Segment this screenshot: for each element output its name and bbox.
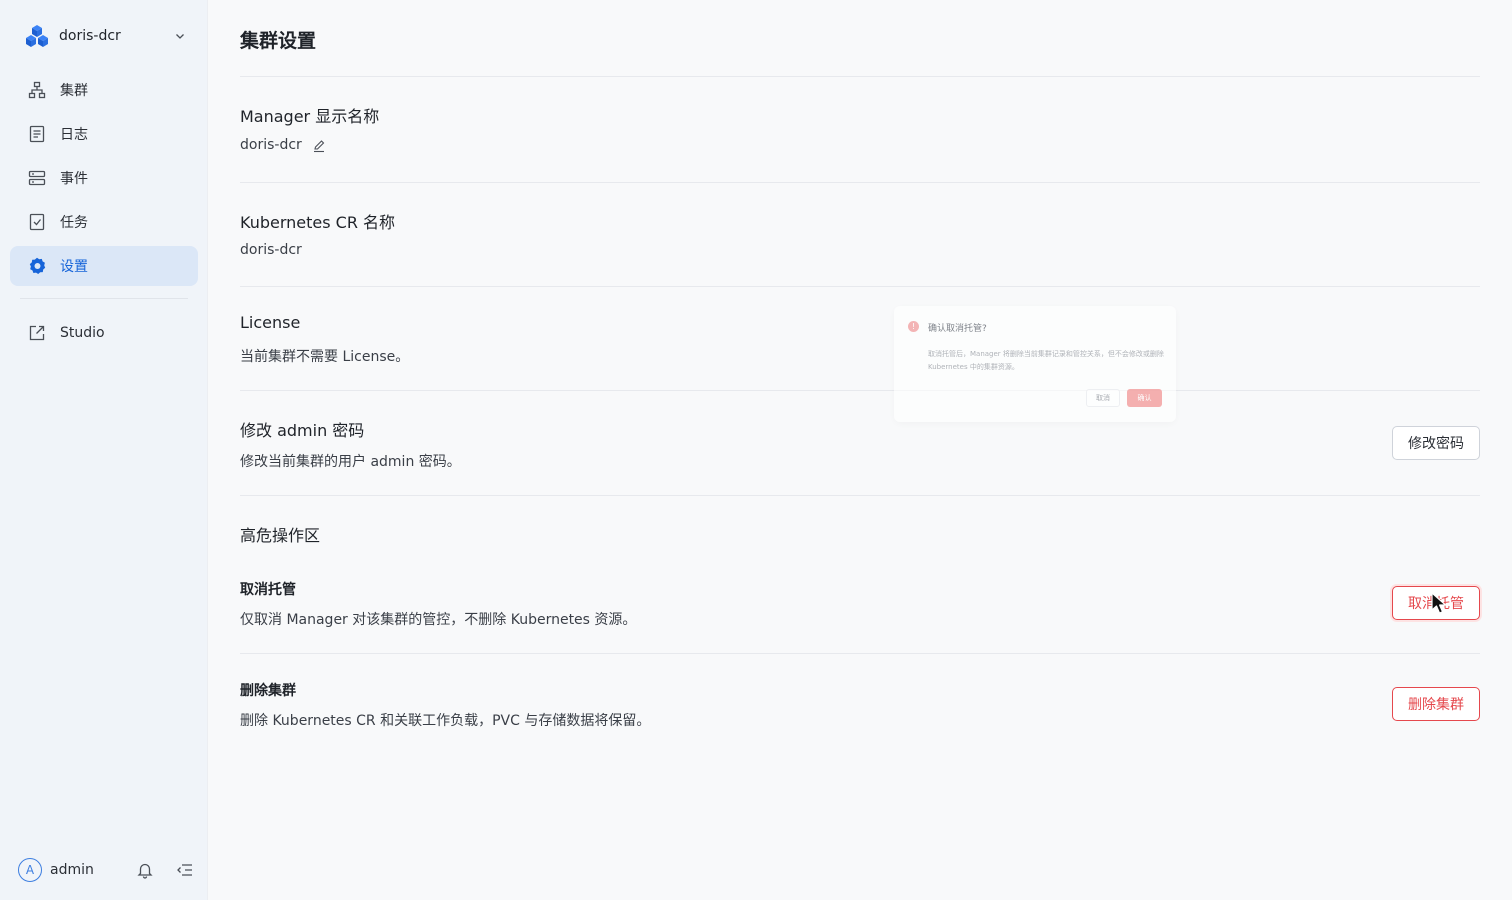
sidebar-item-label: 设置 [60,259,88,275]
sidebar-item-label: Studio [60,325,105,341]
section-divider [240,286,1480,287]
sidebar-item-task[interactable]: 任务 [10,202,198,242]
delete-cluster-text: 删除 Kubernetes CR 和关联工作负载，PVC 与存储数据将保留。 [240,713,651,729]
section-divider [240,653,1480,654]
manager-name-title: Manager 显示名称 [240,107,380,126]
manager-name-value: doris-dcr [240,137,302,153]
settings-gear-icon [29,257,46,274]
edit-pencil-icon[interactable] [312,139,326,153]
sidebar-item-studio[interactable]: Studio [10,313,198,353]
section-divider [240,76,1480,77]
sidebar-item-cluster[interactable]: 集群 [10,70,198,110]
chevron-down-icon [176,34,184,39]
cr-name-title: Kubernetes CR 名称 [240,213,396,232]
workspace-name: doris-dcr [59,28,121,44]
license-title: License [240,313,301,332]
external-link-icon [29,325,45,341]
avatar[interactable]: A [18,858,42,882]
popconfirm-description: 取消托管后，Manager 将删除当前集群记录和管控关系，但不会修改或删除 Ku… [928,350,1164,371]
warning-icon: ! [908,321,919,332]
section-divider [240,495,1480,496]
unmanage-popconfirm: ! 确认取消托管? 取消托管后，Manager 将删除当前集群记录和管控关系，但… [894,306,1176,422]
log-icon [29,125,45,143]
user-name[interactable]: admin [50,862,114,878]
sidebar-item-label: 日志 [60,127,88,143]
sidebar-footer: A admin [18,856,194,884]
sidebar: doris-dcr 集群 日志 事件 任务 设置 Studio A admin [0,0,208,900]
popconfirm-ok-button[interactable]: 确认 [1127,389,1162,407]
event-icon [28,170,46,186]
cluster-icon [28,81,46,99]
unmanage-text: 仅取消 Manager 对该集群的管控，不删除 Kubernetes 资源。 [240,612,637,628]
danger-zone-title: 高危操作区 [240,526,321,545]
task-icon [29,213,45,231]
sidebar-nav: 集群 日志 事件 任务 设置 Studio [10,70,198,357]
main-content: 集群设置 Manager 显示名称 doris-dcr Kubernetes C… [240,0,1480,900]
sidebar-item-settings[interactable]: 设置 [10,246,198,286]
popconfirm-title: 确认取消托管? [928,324,987,334]
mouse-cursor-icon [1431,592,1447,614]
unmanage-title: 取消托管 [240,582,296,598]
password-text: 修改当前集群的用户 admin 密码。 [240,454,461,470]
sidebar-item-label: 任务 [60,215,88,231]
workspace-switcher[interactable]: doris-dcr [14,20,194,52]
nav-divider [20,298,188,299]
delete-cluster-title: 删除集群 [240,683,296,699]
sidebar-item-label: 事件 [60,171,88,187]
section-divider [240,182,1480,183]
bell-icon[interactable] [136,861,154,879]
license-text: 当前集群不需要 License。 [240,349,410,365]
section-divider [240,390,1480,391]
delete-cluster-button[interactable]: 删除集群 [1392,687,1480,721]
page-title: 集群设置 [240,30,317,52]
change-password-button[interactable]: 修改密码 [1392,426,1480,460]
doris-logo-icon [26,25,48,47]
sidebar-item-label: 集群 [60,83,88,99]
collapse-menu-icon[interactable] [176,861,194,879]
cr-name-value: doris-dcr [240,242,302,258]
sidebar-item-event[interactable]: 事件 [10,158,198,198]
sidebar-item-log[interactable]: 日志 [10,114,198,154]
password-title: 修改 admin 密码 [240,421,365,440]
popconfirm-cancel-button[interactable]: 取消 [1086,389,1120,407]
